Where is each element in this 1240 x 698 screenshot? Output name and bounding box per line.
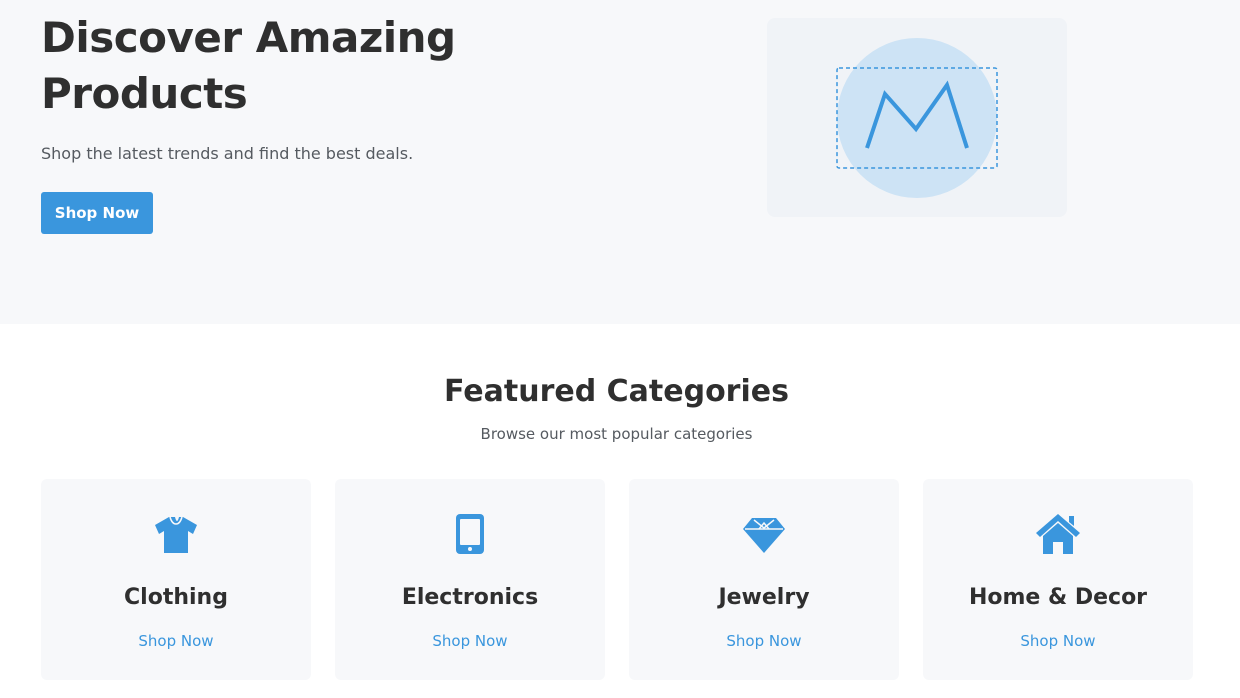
shop-now-link[interactable]: Shop Now [335, 630, 605, 652]
category-card-electronics[interactable]: Electronics Shop Now [335, 479, 605, 680]
shop-now-link[interactable]: Shop Now [923, 630, 1193, 652]
tshirt-icon [151, 509, 201, 559]
featured-categories-subtitle: Browse our most popular categories [480, 425, 753, 443]
shop-now-button[interactable]: Shop Now [41, 192, 153, 234]
category-card-home-decor[interactable]: Home & Decor Shop Now [923, 479, 1193, 680]
image-placeholder-icon [836, 38, 998, 198]
shop-now-link[interactable]: Shop Now [41, 630, 311, 652]
category-title: Home & Decor [968, 585, 1148, 610]
gem-icon [739, 509, 789, 559]
hero-section: Discover Amazing Products Shop the lates… [0, 0, 1240, 324]
category-card-clothing[interactable]: Clothing Shop Now [41, 479, 311, 680]
category-title: Electronics [401, 585, 539, 610]
featured-categories-title: Featured Categories [444, 374, 789, 409]
hero-title: Discover Amazing Products [41, 13, 456, 118]
shop-now-link[interactable]: Shop Now [629, 630, 899, 652]
category-card-jewelry[interactable]: Jewelry Shop Now [629, 479, 899, 680]
category-title: Clothing [124, 585, 228, 610]
hero-image [767, 18, 1067, 217]
mobile-phone-icon [445, 509, 495, 559]
category-title: Jewelry [718, 585, 810, 610]
hero-subtitle: Shop the latest trends and find the best… [41, 144, 414, 163]
home-icon [1033, 509, 1083, 559]
